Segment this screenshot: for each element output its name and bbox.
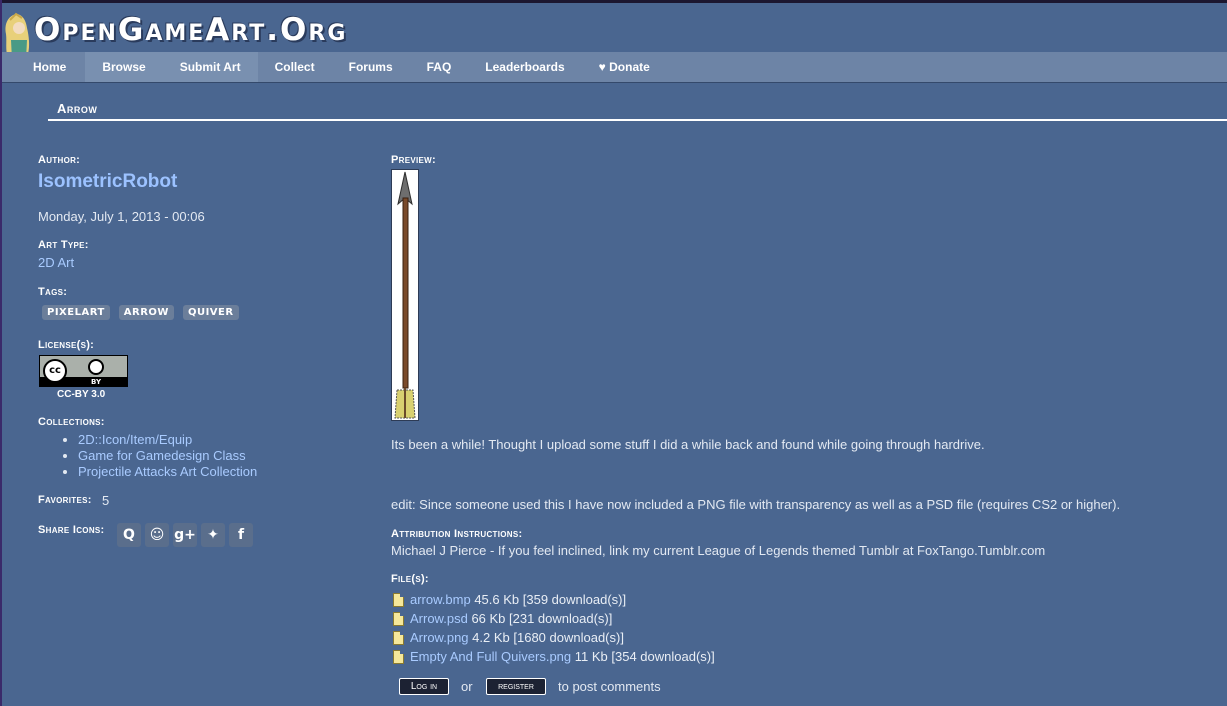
file-link[interactable]: Arrow.psd	[410, 609, 468, 628]
page-title: Arrow	[57, 101, 98, 116]
file-row: Arrow.psd 66 Kb [231 download(s)]	[393, 609, 715, 628]
arrow-sprite	[394, 171, 416, 419]
nav-submit-art[interactable]: Submit Art	[162, 52, 258, 82]
list-item: Projectile Attacks Art Collection	[78, 464, 257, 480]
top-border	[0, 0, 1227, 3]
nav-faq[interactable]: FAQ	[410, 52, 469, 82]
collection-link[interactable]: Game for Gamedesign Class	[78, 448, 246, 463]
file-row: Empty And Full Quivers.png 11 Kb [354 do…	[393, 647, 715, 666]
file-link[interactable]: Arrow.png	[410, 628, 469, 647]
site-logo-text[interactable]: OpenGameArt.Org	[34, 12, 347, 48]
favorites-count: 5	[102, 493, 110, 508]
list-item: Game for Gamedesign Class	[78, 448, 257, 464]
file-row: arrow.bmp 45.6 Kb [359 download(s)]	[393, 590, 715, 609]
author-label: Author:	[38, 154, 81, 166]
register-button[interactable]: register	[486, 678, 546, 695]
tag-list: PIXELART ARROW QUIVER	[42, 305, 239, 320]
file-icon	[393, 630, 404, 645]
attribution-person-icon	[88, 359, 104, 375]
cc-by-license-badge[interactable]: cc BY	[39, 355, 128, 387]
reddit-icon[interactable]: ☺	[145, 523, 169, 547]
list-item: 2D::Icon/Item/Equip	[78, 432, 257, 448]
nav-collect[interactable]: Collect	[258, 52, 332, 82]
chat-icon[interactable]: Q	[117, 523, 141, 547]
license-name[interactable]: CC-BY 3.0	[57, 389, 105, 400]
description-line-2: edit: Since someone used this I have now…	[391, 497, 1121, 512]
file-info: 45.6 Kb [359 download(s)]	[474, 592, 627, 607]
tag-arrow[interactable]: ARROW	[118, 305, 174, 320]
license-label: License(s):	[38, 339, 95, 351]
file-icon	[393, 592, 404, 607]
collections-label: Collections:	[38, 416, 105, 428]
file-link[interactable]: Empty And Full Quivers.png	[410, 647, 571, 666]
collections-list: 2D::Icon/Item/Equip Game for Gamedesign …	[38, 432, 257, 480]
file-list: arrow.bmp 45.6 Kb [359 download(s)] Arro…	[393, 590, 715, 666]
file-info: 66 Kb [231 download(s)]	[471, 611, 613, 626]
attribution-label: Attribution Instructions:	[391, 528, 523, 540]
nav-forums[interactable]: Forums	[332, 52, 410, 82]
files-label: File(s):	[391, 573, 429, 585]
collection-link[interactable]: 2D::Icon/Item/Equip	[78, 432, 192, 447]
nav-leaderboards[interactable]: Leaderboards	[468, 52, 581, 82]
tag-quiver[interactable]: QUIVER	[182, 305, 239, 320]
main-nav: Home Browse Submit Art Collect Forums FA…	[2, 52, 1227, 83]
file-icon	[393, 649, 404, 664]
author-link[interactable]: IsometricRobot	[38, 171, 177, 193]
cc-icon: cc	[43, 359, 67, 383]
tag-pixelart[interactable]: PIXELART	[42, 305, 110, 320]
login-button[interactable]: Log in	[399, 678, 449, 695]
nav-browse[interactable]: Browse	[85, 52, 163, 82]
google-plus-icon[interactable]: g+	[173, 523, 197, 547]
favorites-label: Favorites:	[38, 494, 92, 506]
share-icons: Q ☺ g+ ✦ f	[117, 523, 253, 547]
twitter-icon[interactable]: ✦	[201, 523, 225, 547]
or-text: or	[461, 679, 473, 694]
tags-label: Tags:	[38, 286, 68, 298]
file-link[interactable]: arrow.bmp	[410, 590, 471, 609]
nav-home[interactable]: Home	[2, 52, 85, 82]
attribution-text: Michael J Pierce - If you feel inclined,…	[391, 543, 1046, 558]
post-comments-text: to post comments	[558, 679, 661, 694]
collection-link[interactable]: Projectile Attacks Art Collection	[78, 464, 257, 479]
facebook-icon[interactable]: f	[229, 523, 253, 547]
art-type-link[interactable]: 2D Art	[38, 255, 74, 270]
file-row: Arrow.png 4.2 Kb [1680 download(s)]	[393, 628, 715, 647]
arrow-preview-image[interactable]	[391, 169, 419, 421]
file-icon	[393, 611, 404, 626]
nav-donate[interactable]: ♥ Donate	[582, 52, 667, 82]
by-text: BY	[91, 378, 102, 386]
file-info: 11 Kb [354 download(s)]	[574, 649, 715, 664]
title-divider	[48, 119, 1227, 121]
description-line-1: Its been a while! Thought I upload some …	[391, 437, 985, 452]
file-info: 4.2 Kb [1680 download(s)]	[472, 630, 624, 645]
preview-label: Preview:	[391, 154, 436, 166]
share-label: Share Icons:	[38, 524, 105, 536]
post-date: Monday, July 1, 2013 - 00:06	[38, 209, 205, 224]
art-type-label: Art Type:	[38, 239, 89, 251]
left-border	[0, 0, 2, 706]
